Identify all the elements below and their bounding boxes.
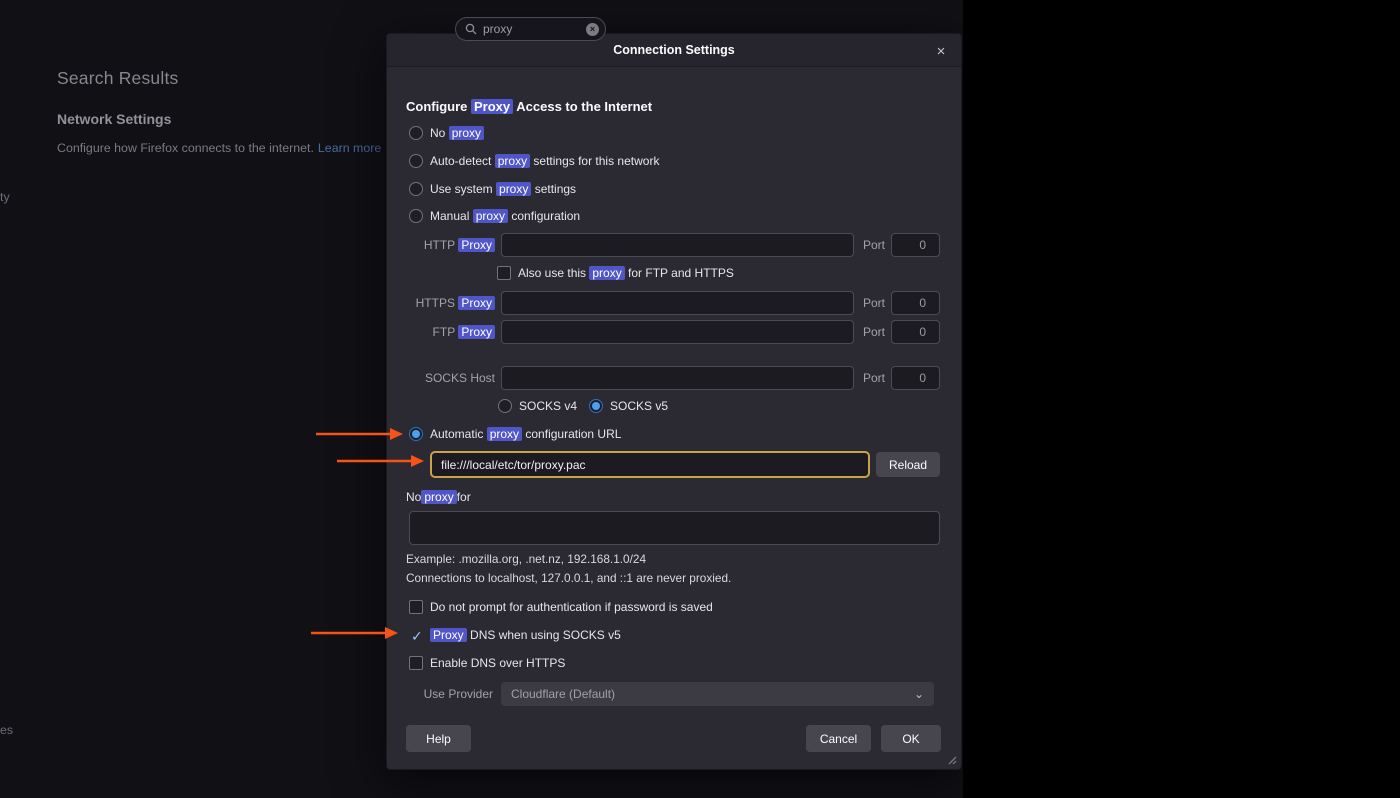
socks-host-label: SOCKS Host	[406, 371, 495, 385]
option-label: Enable DNS over HTTPS	[430, 656, 565, 670]
https-proxy-row: HTTPS Proxy Port	[406, 290, 940, 315]
radio-icon[interactable]	[409, 209, 423, 223]
socks-v4-radio[interactable]	[498, 399, 512, 413]
search-icon	[465, 23, 477, 35]
dns-over-https-checkbox[interactable]: Enable DNS over HTTPS	[409, 655, 565, 671]
description-text: Configure how Firefox connects to the in…	[57, 141, 314, 155]
network-settings-heading: Network Settings	[57, 111, 171, 127]
search-value: proxy	[483, 22, 586, 36]
checkbox-icon[interactable]	[409, 656, 423, 670]
also-use-proxy-checkbox[interactable]: Also use this proxy for FTP and HTTPS	[497, 265, 734, 281]
ftp-proxy-input[interactable]	[501, 320, 854, 344]
option-label: Auto-detect proxy settings for this netw…	[430, 154, 659, 168]
no-proxy-for-label: No proxy for	[406, 489, 471, 505]
dialog-heading: Configure Proxy Access to the Internet	[406, 99, 652, 114]
radio-option-automatic-url[interactable]: Automatic proxy configuration URL	[409, 426, 621, 442]
ftp-port-input[interactable]	[891, 320, 940, 344]
socks-v4-label: SOCKS v4	[519, 399, 577, 413]
port-label: Port	[863, 238, 885, 252]
use-provider-row: Use Provider Cloudflare (Default) ⌄	[406, 682, 940, 706]
port-label: Port	[863, 371, 885, 385]
https-proxy-input[interactable]	[501, 291, 854, 315]
port-label: Port	[863, 296, 885, 310]
radio-option-use-system[interactable]: Use system proxy settings	[409, 181, 576, 197]
socks-version-row: SOCKS v4 SOCKS v5	[498, 398, 668, 414]
checkbox-checked-icon[interactable]	[409, 628, 423, 642]
port-label: Port	[863, 325, 885, 339]
radio-option-auto-detect[interactable]: Auto-detect proxy settings for this netw…	[409, 153, 659, 169]
socks-v5-label: SOCKS v5	[610, 399, 668, 413]
settings-search-input[interactable]: proxy ×	[455, 17, 606, 41]
no-proxy-for-textarea[interactable]	[409, 511, 940, 545]
option-label: Do not prompt for authentication if pass…	[430, 600, 713, 614]
socks-v5-radio[interactable]	[589, 399, 603, 413]
reload-button[interactable]: Reload	[876, 452, 940, 477]
radio-icon[interactable]	[409, 154, 423, 168]
radio-icon[interactable]	[409, 427, 423, 441]
dns-provider-value: Cloudflare (Default)	[511, 687, 615, 701]
ok-button[interactable]: OK	[881, 725, 941, 752]
http-port-input[interactable]	[891, 233, 940, 257]
network-settings-description: Configure how Firefox connects to the in…	[57, 141, 381, 155]
radio-option-manual[interactable]: Manual proxy configuration	[409, 208, 580, 224]
use-provider-label: Use Provider	[406, 687, 493, 701]
option-label: No proxy	[430, 126, 484, 140]
dialog-title: Connection Settings	[613, 43, 735, 57]
option-label: Manual proxy configuration	[430, 209, 580, 223]
ftp-proxy-row: FTP Proxy Port	[406, 319, 940, 344]
localhost-note-text: Connections to localhost, 127.0.0.1, and…	[406, 570, 731, 586]
http-proxy-label: HTTP Proxy	[406, 238, 495, 252]
http-proxy-row: HTTP Proxy Port	[406, 232, 940, 257]
connection-settings-dialog: Connection Settings × Configure Proxy Ac…	[386, 33, 962, 770]
learn-more-link[interactable]: Learn more	[318, 141, 381, 155]
search-results-heading: Search Results	[57, 68, 178, 89]
option-label: Proxy DNS when using SOCKS v5	[430, 628, 621, 642]
chevron-down-icon: ⌄	[914, 682, 924, 706]
https-port-input[interactable]	[891, 291, 940, 315]
option-label: Also use this proxy for FTP and HTTPS	[518, 266, 734, 280]
socks-port-input[interactable]	[891, 366, 940, 390]
dialog-close-button[interactable]: ×	[931, 41, 951, 61]
sidebar-item-fragment-bottom: es	[0, 723, 13, 737]
radio-option-no-proxy[interactable]: No proxy	[409, 125, 484, 141]
cancel-button[interactable]: Cancel	[806, 725, 871, 752]
http-proxy-input[interactable]	[501, 233, 854, 257]
proxy-dns-socks5-checkbox[interactable]: Proxy DNS when using SOCKS v5	[409, 627, 621, 643]
dns-provider-select[interactable]: Cloudflare (Default) ⌄	[501, 682, 934, 706]
no-auth-prompt-checkbox[interactable]: Do not prompt for authentication if pass…	[409, 599, 713, 615]
clear-search-button[interactable]: ×	[586, 23, 599, 36]
sidebar-item-fragment-top: ty	[0, 190, 10, 204]
socks-host-row: SOCKS Host Port	[406, 365, 940, 390]
radio-icon[interactable]	[409, 182, 423, 196]
checkbox-icon[interactable]	[409, 600, 423, 614]
pac-url-input[interactable]	[430, 451, 870, 478]
resize-grip[interactable]	[946, 754, 957, 765]
https-proxy-label: HTTPS Proxy	[406, 296, 495, 310]
option-label: Automatic proxy configuration URL	[430, 427, 621, 441]
ftp-proxy-label: FTP Proxy	[406, 325, 495, 339]
help-button[interactable]: Help	[406, 725, 471, 752]
socks-host-input[interactable]	[501, 366, 854, 390]
checkbox-icon[interactable]	[497, 266, 511, 280]
radio-icon[interactable]	[409, 126, 423, 140]
option-label: Use system proxy settings	[430, 182, 576, 196]
screen: ty es Search Results Network Settings Co…	[0, 0, 1400, 798]
no-proxy-example-text: Example: .mozilla.org, .net.nz, 192.168.…	[406, 551, 646, 567]
